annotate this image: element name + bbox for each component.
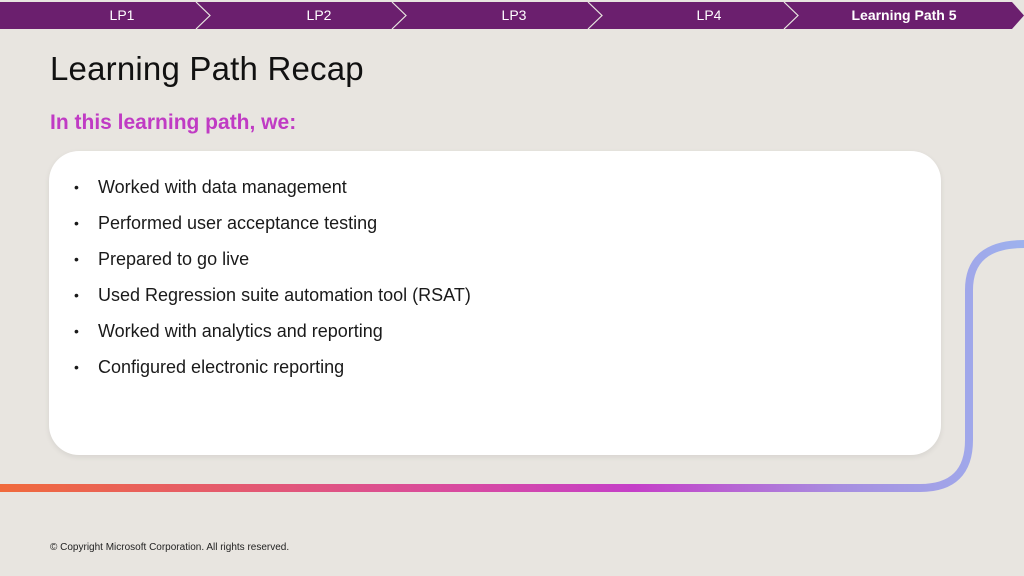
- list-item-text: Performed user acceptance testing: [98, 213, 378, 233]
- list-item: • Worked with data management: [74, 175, 471, 211]
- copyright-footer: © Copyright Microsoft Corporation. All r…: [50, 542, 290, 553]
- list-item: • Performed user acceptance testing: [74, 211, 471, 247]
- list-item-text: Worked with analytics and reporting: [98, 321, 383, 341]
- bullet-icon: •: [74, 323, 79, 339]
- bullet-icon: •: [74, 359, 79, 375]
- list-item-text: Prepared to go live: [98, 249, 250, 269]
- bullet-icon: •: [74, 179, 79, 195]
- list-item: • Prepared to go live: [74, 247, 471, 283]
- list-item-text: Worked with data management: [98, 177, 347, 197]
- bullet-icon: •: [74, 215, 79, 231]
- recap-card: • Worked with data management • Performed …: [49, 151, 941, 455]
- recap-list: • Worked with data management • Performed …: [74, 175, 471, 391]
- list-item: • Worked with analytics and reporting: [74, 319, 471, 355]
- list-item-text: Configured electronic reporting: [98, 357, 345, 377]
- list-item: • Used Regression suite automation tool (…: [74, 283, 471, 319]
- list-item: • Configured electronic reporting: [74, 355, 471, 391]
- slide-title: Learning Path Recap: [50, 50, 364, 87]
- bullet-icon: •: [74, 287, 79, 303]
- bullet-icon: •: [74, 251, 79, 267]
- list-item-text: Used Regression suite automation tool (R…: [98, 285, 471, 305]
- slide-subtitle: In this learning path, we:: [50, 111, 297, 134]
